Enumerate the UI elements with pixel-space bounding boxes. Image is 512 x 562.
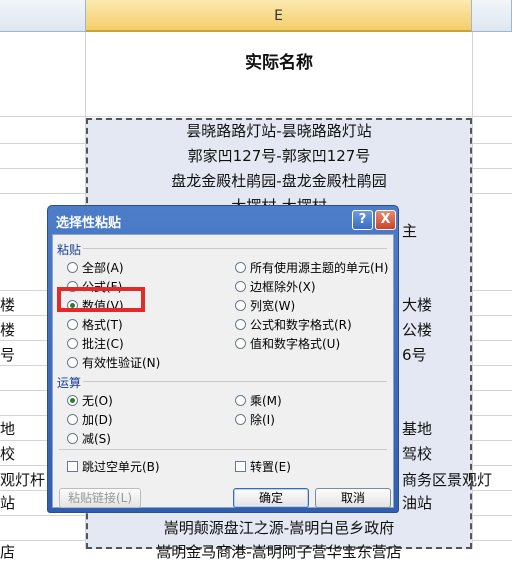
radio-icon — [67, 262, 78, 273]
radio-icon — [235, 262, 246, 273]
option-label: 边框除外(X) — [250, 280, 316, 294]
close-button[interactable]: X — [375, 210, 396, 230]
column-label: E — [274, 8, 283, 24]
cancel-button[interactable]: 取消 — [315, 488, 391, 508]
option-label: 跳过空单元(B) — [82, 460, 160, 474]
checkbox-icon — [67, 461, 78, 472]
radio-icon — [67, 357, 78, 368]
paste-option-validation[interactable]: 有效性验证(N) — [67, 354, 160, 371]
column-header-e[interactable]: E — [86, 0, 472, 32]
op-option-multiply[interactable]: 乘(M) — [235, 392, 282, 409]
cell-fragment: 基地 — [402, 420, 433, 438]
cell[interactable]: 嵩明金马商港-嵩明阿子营华宝东营店 — [86, 541, 472, 562]
help-button[interactable]: ? — [352, 210, 373, 230]
radio-selected-icon — [67, 395, 78, 406]
radio-icon — [67, 433, 78, 444]
skip-blanks-checkbox[interactable]: 跳过空单元(B) — [67, 458, 160, 475]
divider — [83, 248, 387, 249]
divider — [83, 381, 387, 382]
dialog-titlebar[interactable]: 选择性粘贴 ? X — [48, 206, 398, 234]
operation-section-label: 运算 — [57, 376, 82, 390]
divider — [59, 449, 387, 450]
radio-icon — [235, 414, 246, 425]
paste-special-dialog: 选择性粘贴 ? X 粘贴 全部(A) 公式(F) 数值(V) 格式(T) 批注(… — [47, 205, 399, 513]
cell[interactable]: 嵩明颠源盘江之源-嵩明白邑乡政府 — [86, 517, 472, 538]
paste-link-button[interactable]: 粘贴链接(L) — [59, 488, 141, 508]
paste-option-column-widths[interactable]: 列宽(W) — [235, 297, 295, 314]
option-label: 所有使用源主题的单元(H) — [250, 261, 389, 275]
checkbox-icon — [235, 461, 246, 472]
option-label: 无(O) — [82, 394, 113, 408]
cell[interactable]: 昙晓路路灯站-昙晓路路灯站 — [86, 120, 472, 141]
cell[interactable]: 郭家凹127号-郭家凹127号 — [86, 145, 472, 166]
transpose-checkbox[interactable]: 转置(E) — [235, 458, 291, 475]
cell-fragment: 商务区景观灯 — [402, 471, 493, 489]
cell-fragment: 大楼 — [402, 296, 433, 314]
cell-fragment: 校 — [0, 445, 16, 463]
cell-fragment: 地 — [0, 420, 16, 438]
op-option-divide[interactable]: 除(I) — [235, 411, 275, 428]
cell-fragment: 站 — [0, 494, 16, 512]
option-label: 列宽(W) — [250, 299, 296, 313]
option-label: 转置(E) — [250, 460, 291, 474]
radio-icon — [235, 319, 246, 330]
option-label: 值和数字格式(U) — [250, 337, 341, 351]
op-option-add[interactable]: 加(D) — [67, 411, 113, 428]
column-header-f[interactable] — [472, 0, 512, 32]
op-option-none[interactable]: 无(O) — [67, 392, 113, 409]
cell-fragment: 楼 — [0, 296, 16, 314]
option-label: 除(I) — [250, 413, 275, 427]
option-label: 有效性验证(N) — [82, 356, 161, 370]
cell-fragment: 楼 — [0, 321, 16, 339]
cell-fragment: 驾校 — [402, 445, 433, 463]
paste-option-values-numbers[interactable]: 值和数字格式(U) — [235, 335, 340, 352]
radio-icon — [67, 414, 78, 425]
option-label: 加(D) — [82, 413, 113, 427]
dialog-body: 粘贴 全部(A) 公式(F) 数值(V) 格式(T) 批注(C) 有效性验证(N… — [52, 234, 394, 508]
cell-fragment: 6号 — [402, 346, 427, 364]
paste-option-all[interactable]: 全部(A) — [67, 259, 124, 276]
grid-line — [0, 116, 512, 117]
option-label: 批注(C) — [82, 337, 124, 351]
radio-icon — [67, 319, 78, 330]
cell-fragment: 号 — [0, 346, 16, 364]
annotation-highlight-box — [57, 287, 145, 312]
option-label: 乘(M) — [250, 394, 282, 408]
cell-fragment: 公楼 — [402, 321, 433, 339]
cell-fragment: 主 — [402, 222, 418, 240]
paste-option-comments[interactable]: 批注(C) — [67, 335, 124, 352]
option-label: 格式(T) — [82, 318, 123, 332]
paste-option-source-theme[interactable]: 所有使用源主题的单元(H) — [235, 259, 388, 276]
dialog-title: 选择性粘贴 — [56, 216, 122, 231]
radio-icon — [67, 338, 78, 349]
cell-fragment: 店 — [0, 543, 16, 561]
cell-fragment: 观灯杆 — [0, 471, 46, 489]
option-label: 全部(A) — [82, 261, 124, 275]
paste-option-formulas-numbers[interactable]: 公式和数字格式(R) — [235, 316, 352, 333]
option-label: 减(S) — [82, 432, 111, 446]
paste-option-formats[interactable]: 格式(T) — [67, 316, 123, 333]
ok-button[interactable]: 确定 — [233, 488, 309, 508]
paste-section-label: 粘贴 — [57, 243, 82, 257]
radio-icon — [235, 338, 246, 349]
radio-icon — [235, 281, 246, 292]
paste-option-no-borders[interactable]: 边框除外(X) — [235, 278, 316, 295]
header-cell-actual-name[interactable]: 实际名称 — [86, 48, 472, 73]
op-option-subtract[interactable]: 减(S) — [67, 430, 111, 447]
cell[interactable]: 盘龙金殿杜鹃园-盘龙金殿杜鹃园 — [86, 170, 472, 191]
radio-icon — [235, 300, 246, 311]
cell-fragment: 油站 — [402, 494, 433, 512]
column-header-d[interactable] — [0, 0, 86, 32]
radio-icon — [235, 395, 246, 406]
option-label: 公式和数字格式(R) — [250, 318, 352, 332]
